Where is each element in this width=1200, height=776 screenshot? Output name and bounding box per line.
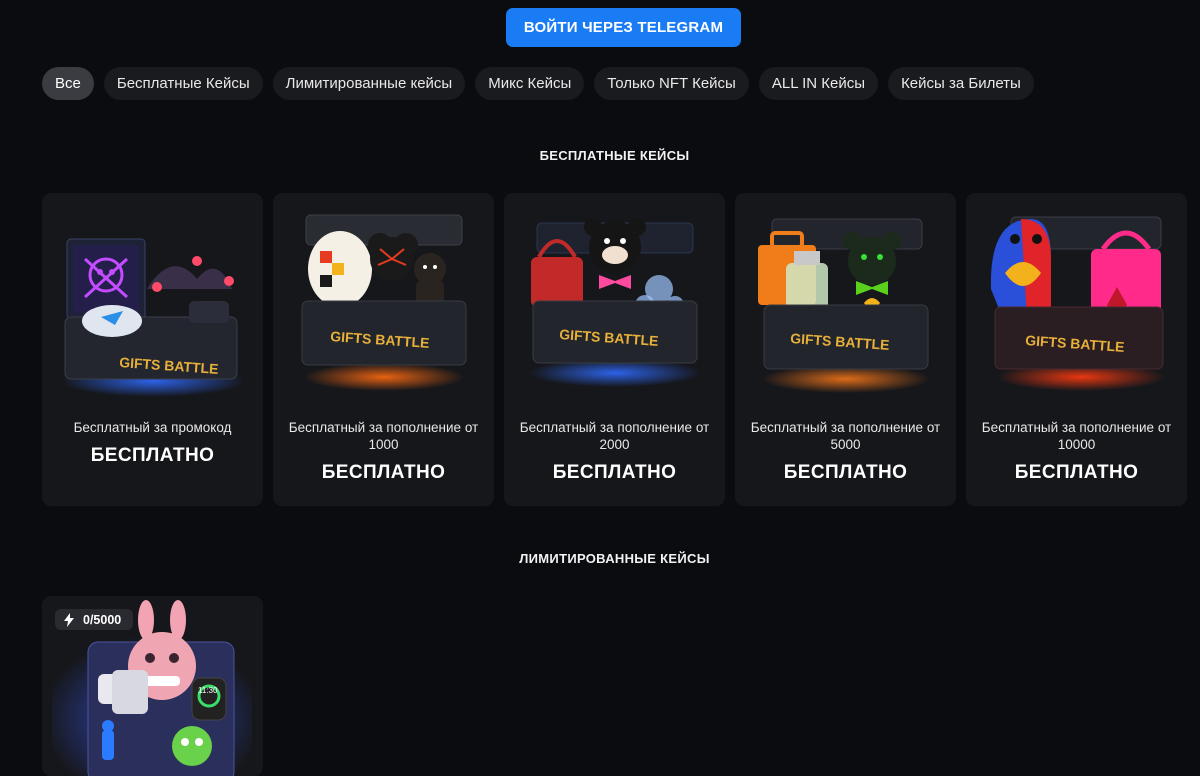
case-card-promocode[interactable]: GIFTS BATTLE Бесплатный за промокод БЕСП… — [42, 193, 263, 506]
case-name: Бесплатный за пополнение от 5000 — [750, 420, 941, 452]
case-name: Бесплатный за промокод — [73, 420, 232, 435]
case-price: БЕСПЛАТНО — [90, 445, 215, 466]
case-image: GIFTS BATTLE — [990, 216, 1165, 391]
tab-mix-cases[interactable]: Микс Кейсы — [475, 67, 585, 100]
tab-nft-only-cases[interactable]: Только NFT Кейсы — [594, 67, 749, 100]
watch-time: 11:30 — [198, 686, 218, 695]
limit-counter: 0/5000 — [83, 612, 122, 627]
case-image: GIFTS BATTLE — [301, 214, 467, 391]
limit-counter-badge: 0/5000 — [55, 609, 134, 630]
case-price: БЕСПЛАТНО — [783, 462, 908, 483]
lightning-icon — [64, 612, 74, 627]
section-title-free-cases: БЕСПЛАТНЫЕ КЕЙСЫ — [539, 148, 690, 163]
case-price: БЕСПЛАТНО — [1014, 462, 1139, 483]
telegram-login-button[interactable]: ВОЙТИ ЧЕРЕЗ TELEGRAM — [506, 8, 741, 47]
case-name: Бесплатный за пополнение от 2000 — [519, 420, 710, 452]
case-card-deposit-1000[interactable]: GIFTS BATTLE Бесплатный за пополнение от… — [273, 193, 494, 506]
case-price: БЕСПЛАТНО — [552, 462, 677, 483]
free-cases-grid: GIFTS BATTLE Бесплатный за промокод БЕСП… — [42, 193, 1187, 506]
case-card-deposit-10000[interactable]: GIFTS BATTLE Бесплатный за пополнение от… — [966, 193, 1187, 506]
case-card-limited[interactable]: 0/5000 11:30 — [42, 596, 263, 776]
tab-limited-cases[interactable]: Лимитированные кейсы — [272, 67, 466, 100]
case-card-deposit-5000[interactable]: GIFTS BATTLE Бесплатный за пополнение от… — [735, 193, 956, 506]
case-name: Бесплатный за пополнение от 1000 — [288, 420, 479, 452]
case-image: GIFTS BATTLE — [758, 218, 930, 393]
case-name: Бесплатный за пополнение от 10000 — [981, 420, 1172, 452]
case-image: GIFTS BATTLE — [61, 238, 245, 397]
case-image: GIFTS BATTLE — [529, 218, 701, 387]
tab-free-cases[interactable]: Бесплатные Кейсы — [103, 67, 263, 100]
section-title-limited-cases: ЛИМИТИРОВАННЫЕ КЕЙСЫ — [519, 551, 710, 566]
tab-ticket-cases[interactable]: Кейсы за Билеты — [888, 67, 1034, 100]
category-tabs: Все Бесплатные Кейсы Лимитированные кейс… — [42, 67, 1034, 100]
case-price: БЕСПЛАТНО — [321, 462, 446, 483]
tab-all-in-cases[interactable]: ALL IN Кейсы — [758, 67, 879, 100]
case-card-deposit-2000[interactable]: GIFTS BATTLE Бесплатный за пополнение от… — [504, 193, 725, 506]
tab-all[interactable]: Все — [42, 67, 94, 100]
